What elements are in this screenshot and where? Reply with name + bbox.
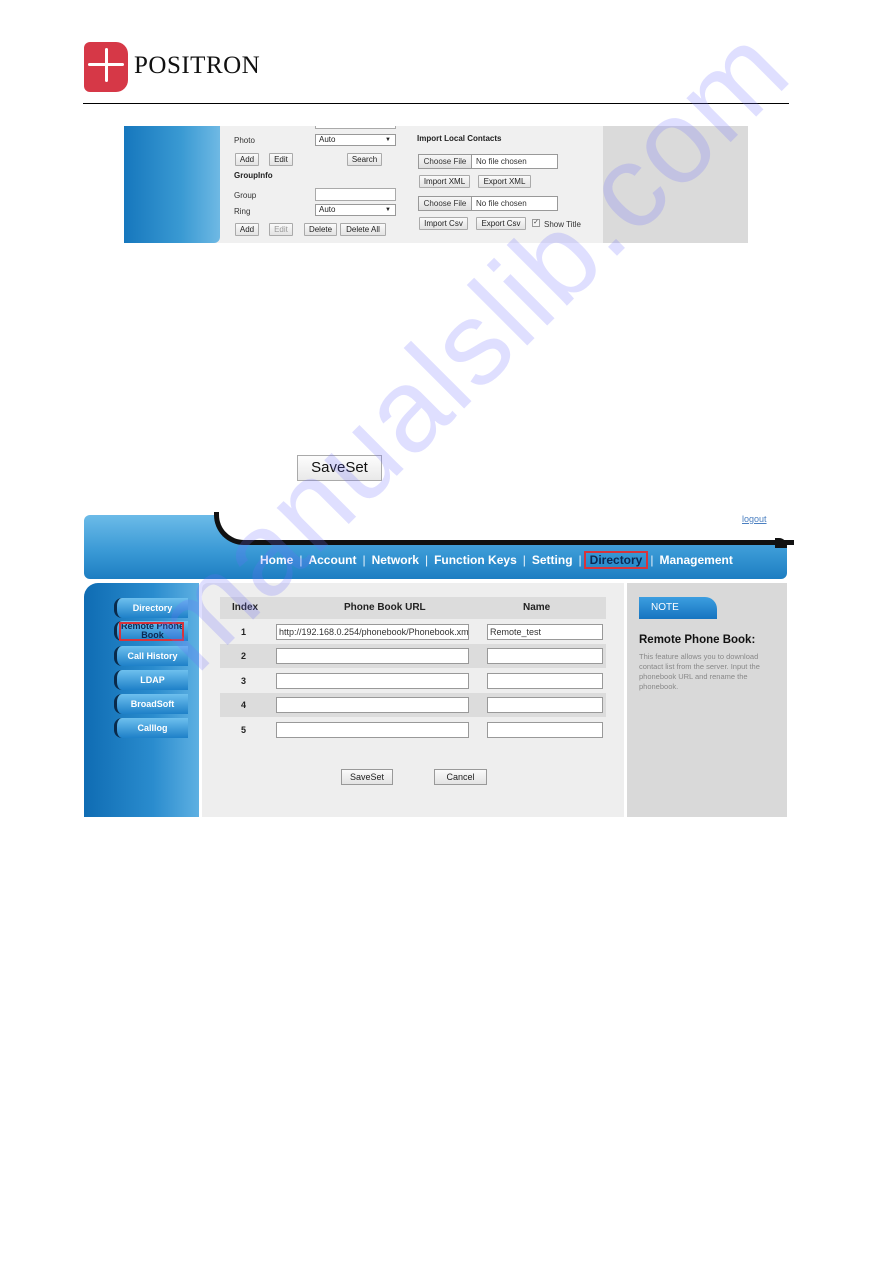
csv-file-input[interactable]: Choose File No file chosen bbox=[418, 196, 558, 211]
row-index: 2 bbox=[241, 651, 247, 661]
header-divider bbox=[83, 103, 789, 104]
name-input[interactable] bbox=[487, 697, 603, 713]
ring-select-value: Auto bbox=[319, 205, 336, 214]
search-button[interactable]: Search bbox=[347, 153, 382, 166]
sidebar-item-label: BroadSoft bbox=[130, 699, 175, 709]
dropdown-arrow-icon: ▼ bbox=[385, 137, 391, 143]
header-index: Index bbox=[232, 602, 259, 613]
url-input[interactable] bbox=[276, 648, 469, 664]
import-xml-button[interactable]: Import XML bbox=[419, 175, 470, 188]
header-url: Phone Book URL bbox=[344, 602, 426, 613]
sidebar-background bbox=[124, 126, 220, 243]
table-row: 5 bbox=[220, 718, 606, 742]
row-index: 4 bbox=[241, 700, 247, 710]
ring-select[interactable]: Auto ▼ bbox=[315, 204, 396, 216]
sidebar-item-directory[interactable]: Directory bbox=[114, 598, 188, 618]
sidebar-item-label: Calllog bbox=[137, 723, 168, 733]
name-input[interactable] bbox=[487, 673, 603, 689]
sidebar-item-remote-phone-book[interactable]: Remote Phone Book bbox=[114, 621, 188, 641]
brand-name: POSITRON bbox=[134, 52, 261, 79]
remote-phonebook-screenshot: logout Home | Account | Network | Functi… bbox=[84, 512, 794, 817]
nav-setting[interactable]: Setting bbox=[526, 553, 579, 567]
saveset-button-illustration[interactable]: SaveSet bbox=[297, 455, 382, 481]
choose-file-button[interactable]: Choose File bbox=[419, 155, 472, 168]
url-input[interactable] bbox=[276, 722, 469, 738]
group-input[interactable] bbox=[315, 188, 396, 201]
sidebar-item-calllog[interactable]: Calllog bbox=[114, 718, 188, 738]
sidebar-item-label: LDAP bbox=[140, 675, 165, 685]
table-row: 4 bbox=[220, 693, 606, 717]
selection-highlight bbox=[119, 622, 184, 641]
table-row: 1 http://192.168.0.254/phonebook/Phonebo… bbox=[220, 620, 606, 644]
main-nav: Home | Account | Network | Function Keys… bbox=[254, 551, 739, 569]
cancel-button[interactable]: Cancel bbox=[434, 769, 487, 785]
saveset-button[interactable]: SaveSet bbox=[341, 769, 393, 785]
row-index: 5 bbox=[241, 725, 247, 735]
note-text: This feature allows you to download cont… bbox=[639, 652, 760, 691]
nav-management[interactable]: Management bbox=[653, 553, 738, 567]
name-input[interactable]: Remote_test bbox=[487, 624, 603, 640]
note-panel: NOTE Remote Phone Book: This feature all… bbox=[627, 583, 787, 817]
contacts-screenshot: Photo Auto ▼ Add Edit Search GroupInfo G… bbox=[124, 126, 748, 243]
delete-all-button[interactable]: Delete All bbox=[340, 223, 386, 236]
url-input[interactable] bbox=[276, 697, 469, 713]
group-edit-button[interactable]: Edit bbox=[269, 223, 293, 236]
row-index: 3 bbox=[241, 676, 247, 686]
sidebar-item-label: Call History bbox=[127, 651, 178, 661]
positron-logo-icon bbox=[84, 42, 132, 92]
photo-select-value: Auto bbox=[319, 135, 336, 144]
edit-button[interactable]: Edit bbox=[269, 153, 293, 166]
header-curve bbox=[214, 512, 794, 545]
url-input[interactable] bbox=[276, 673, 469, 689]
note-panel-background bbox=[603, 126, 748, 243]
group-label: Group bbox=[234, 191, 257, 200]
export-xml-button[interactable]: Export XML bbox=[478, 175, 531, 188]
name-input[interactable] bbox=[487, 722, 603, 738]
nav-function-keys[interactable]: Function Keys bbox=[428, 553, 523, 567]
note-title: Remote Phone Book: bbox=[639, 634, 756, 646]
table-row: 2 bbox=[220, 644, 606, 668]
xml-file-input[interactable]: Choose File No file chosen bbox=[418, 154, 558, 169]
import-local-contacts-heading: Import Local Contacts bbox=[417, 134, 502, 143]
table-header: Index Phone Book URL Name bbox=[220, 597, 606, 619]
nav-account[interactable]: Account bbox=[302, 553, 362, 567]
no-file-text: No file chosen bbox=[476, 199, 527, 208]
name-input[interactable] bbox=[487, 648, 603, 664]
add-button[interactable]: Add bbox=[235, 153, 259, 166]
photo-label: Photo bbox=[234, 136, 255, 145]
sidebar-item-label: Directory bbox=[132, 603, 173, 613]
dropdown-arrow-icon: ▼ bbox=[385, 207, 391, 213]
show-title-label: Show Title bbox=[544, 220, 581, 229]
import-csv-button[interactable]: Import Csv bbox=[419, 217, 468, 230]
note-tab: NOTE bbox=[639, 597, 717, 619]
nav-directory[interactable]: Directory bbox=[583, 551, 649, 569]
row-index: 1 bbox=[241, 627, 247, 637]
show-title-checkbox[interactable]: ✓ bbox=[532, 219, 540, 227]
sidebar-item-ldap[interactable]: LDAP bbox=[114, 670, 188, 690]
table-row: 3 bbox=[220, 669, 606, 693]
groupinfo-heading: GroupInfo bbox=[234, 171, 273, 180]
delete-button[interactable]: Delete bbox=[304, 223, 337, 236]
sidebar-item-call-history[interactable]: Call History bbox=[114, 646, 188, 666]
ring-label: Ring bbox=[234, 207, 251, 216]
choose-file-button[interactable]: Choose File bbox=[419, 197, 472, 210]
sidebar: Directory Remote Phone Book Call History… bbox=[84, 583, 199, 817]
no-file-text: No file chosen bbox=[476, 157, 527, 166]
group-add-button[interactable]: Add bbox=[235, 223, 259, 236]
nav-network[interactable]: Network bbox=[366, 553, 425, 567]
photo-select[interactable]: Auto ▼ bbox=[315, 134, 396, 146]
nav-home[interactable]: Home bbox=[254, 553, 299, 567]
export-csv-button[interactable]: Export Csv bbox=[476, 217, 526, 230]
url-input[interactable]: http://192.168.0.254/phonebook/Phonebook… bbox=[276, 624, 469, 640]
clipped-input bbox=[315, 126, 396, 129]
logo-star-vertical bbox=[105, 48, 108, 82]
nav-separator: | bbox=[578, 553, 582, 567]
sidebar-item-broadsoft[interactable]: BroadSoft bbox=[114, 694, 188, 714]
phonebook-form: Index Phone Book URL Name 1 http://192.1… bbox=[202, 583, 624, 817]
header-name: Name bbox=[523, 602, 551, 613]
logout-link[interactable]: logout bbox=[742, 514, 767, 524]
